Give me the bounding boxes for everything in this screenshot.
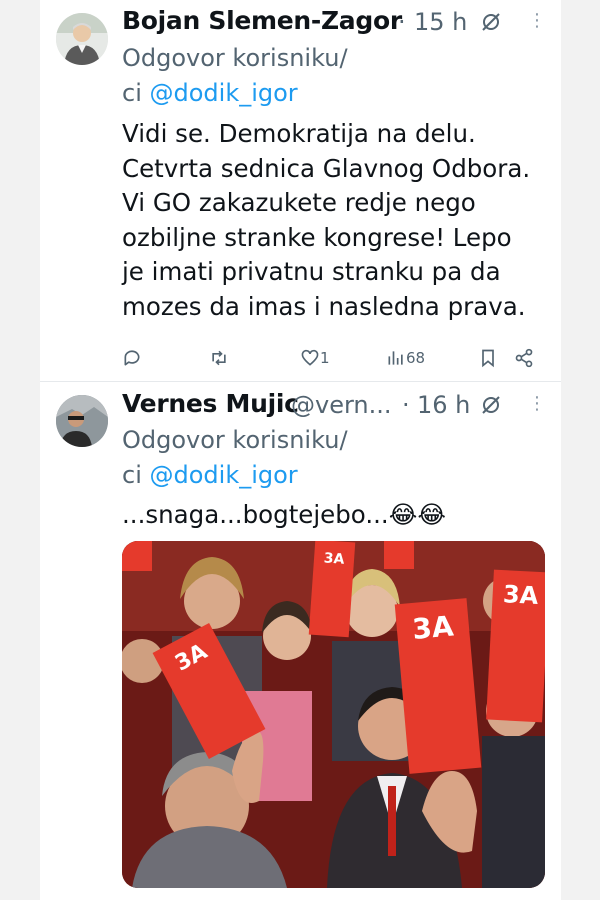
tweet-time[interactable]: 16 h (417, 391, 470, 419)
grok-icon[interactable] (480, 394, 502, 420)
tweet-separator: · (402, 391, 410, 419)
tweet[interactable]: Vernes Mujic @vern... · 16 h ⋮ Odgovor k… (40, 0, 561, 900)
card-label: 3A (502, 580, 540, 610)
reply-prefix: ci (122, 461, 150, 489)
voting-card: 3A (308, 541, 356, 638)
tweet-text: ...snaga...bogtejebo...😂😂 (122, 500, 446, 529)
voting-card (122, 541, 152, 571)
author-name[interactable]: Vernes Mujic (122, 389, 299, 418)
reply-context-line2: ci @dodik_igor (122, 461, 298, 489)
more-icon[interactable]: ⋮ (528, 393, 546, 414)
mention-link[interactable]: @dodik_igor (150, 461, 298, 489)
card-label: 3A (323, 550, 345, 568)
timeline: Bojan Slemen-Zagor · 15 h ⋮ Odgovor kori… (40, 0, 561, 900)
voting-card (384, 541, 414, 569)
voting-card: 3A (394, 598, 482, 774)
card-label: 3A (410, 609, 455, 646)
reply-context: Odgovor korisniku/ (122, 426, 348, 454)
avatar[interactable] (56, 395, 108, 447)
author-handle[interactable]: @vern... (291, 391, 392, 419)
voting-card: 3A (486, 569, 545, 723)
tweet-photo[interactable]: 3A 3A 3A 3A (122, 541, 545, 888)
